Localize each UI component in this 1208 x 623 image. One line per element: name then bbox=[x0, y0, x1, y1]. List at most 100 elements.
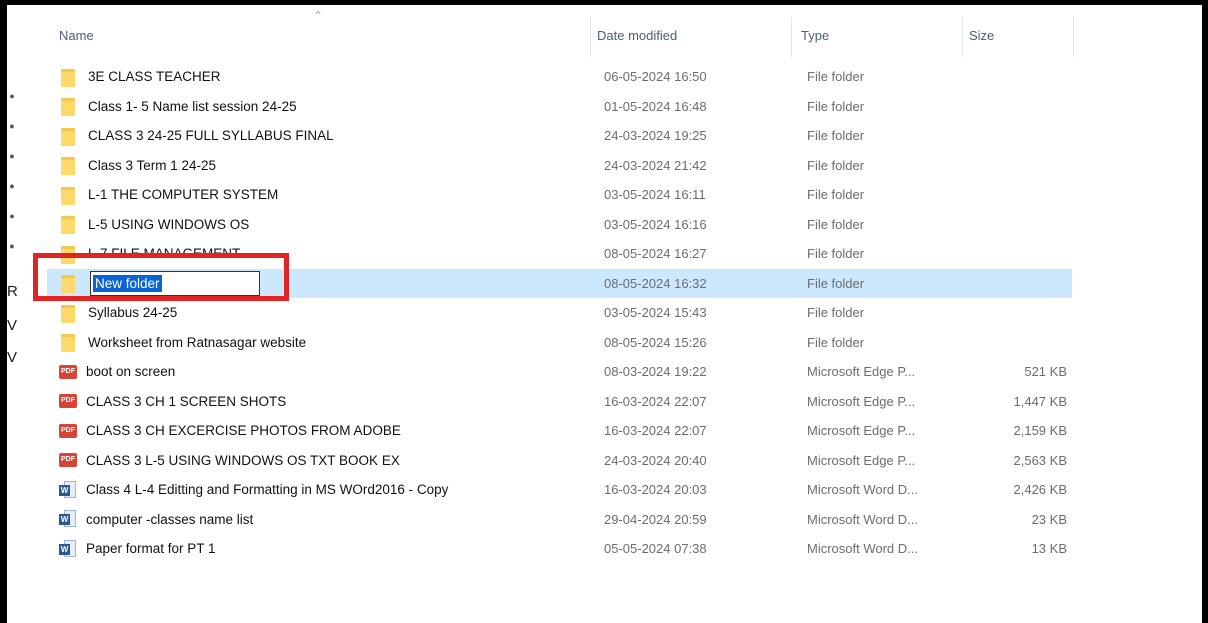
file-name: CLASS 3 CH 1 SCREEN SHOTS bbox=[86, 393, 287, 409]
file-row[interactable]: L-7 FILE MANAGEMENT 08-05-2024 16:27 File … bbox=[47, 239, 1072, 268]
pin-icon[interactable]: ● bbox=[7, 180, 16, 191]
file-row[interactable]: computer -classes name list 29-04-2024 20… bbox=[47, 505, 1072, 534]
file-type-cell: File folder bbox=[807, 216, 865, 232]
date-modified-cell: 03-05-2024 15:43 bbox=[604, 305, 707, 320]
pin-icon[interactable]: ● bbox=[7, 240, 16, 251]
folder-icon bbox=[59, 245, 79, 264]
file-name: Class 1- 5 Name list session 24-25 bbox=[88, 98, 297, 114]
file-type-cell: File folder bbox=[807, 128, 865, 143]
file-name-cell: Paper format for PT 1 bbox=[59, 534, 216, 563]
nav-item-letter[interactable]: R bbox=[7, 283, 18, 300]
file-name-cell: CLASS 3 24-25 FULL SYLLABUS FINAL bbox=[59, 121, 334, 150]
date-modified-cell: 05-05-2024 07:38 bbox=[604, 541, 707, 556]
column-divider[interactable] bbox=[590, 17, 591, 57]
file-name-cell: Syllabus 24-25 bbox=[59, 298, 177, 327]
file-name-cell: L-5 USING WINDOWS OS bbox=[59, 210, 249, 239]
column-header-name[interactable]: Name bbox=[59, 15, 94, 55]
nav-item-letter[interactable]: V bbox=[7, 349, 17, 366]
file-type-cell: File folder bbox=[807, 246, 865, 261]
file-row[interactable]: Paper format for PT 1 05-05-2024 07:38 Mic… bbox=[47, 534, 1072, 563]
pdf-icon: PDF bbox=[59, 394, 77, 408]
file-row[interactable]: L-1 THE COMPUTER SYSTEM 03-05-2024 16:11 F… bbox=[47, 180, 1072, 209]
file-name-cell: Worksheet from Ratnasagar website bbox=[59, 328, 306, 357]
folder-icon bbox=[59, 186, 79, 205]
file-type-cell: Microsoft Edge P... bbox=[807, 452, 916, 468]
date-modified-cell: 08-03-2024 19:22 bbox=[604, 364, 707, 379]
folder-icon bbox=[59, 216, 79, 234]
file-name-cell: Class 4 L-4 Editting and Formatting in M… bbox=[59, 475, 448, 504]
file-type-cell: Microsoft Word D... bbox=[807, 541, 919, 556]
file-size-cell bbox=[977, 180, 1067, 209]
date-modified-cell: 24-03-2024 20:40 bbox=[604, 452, 707, 468]
file-row[interactable]: Class 1- 5 Name list session 24-25 01-05-… bbox=[47, 92, 1072, 121]
nav-item-letter[interactable]: V bbox=[7, 317, 17, 334]
file-size-cell: 2,563 KB bbox=[1013, 452, 1068, 468]
file-name: Class 4 L-4 Editting and Formatting in M… bbox=[86, 482, 449, 497]
file-name: L-7 FILE MANAGEMENT bbox=[88, 246, 241, 261]
folder-icon bbox=[59, 98, 79, 116]
file-name: Syllabus 24-25 bbox=[88, 305, 178, 320]
file-row[interactable]: PDF boot on screen 08-03-2024 19:22 Microso… bbox=[47, 357, 1072, 386]
word-icon bbox=[59, 510, 77, 528]
file-row[interactable]: 3E CLASS TEACHER 06-05-2024 16:50 File fol… bbox=[47, 62, 1072, 91]
file-row[interactable]: PDF CLASS 3 L-5 USING WINDOWS OS TXT BOOK… bbox=[47, 446, 1072, 475]
file-row[interactable]: CLASS 3 24-25 FULL SYLLABUS FINAL 24-03-2… bbox=[47, 121, 1072, 150]
file-name-cell: computer -classes name list bbox=[59, 505, 253, 534]
folder-icon bbox=[59, 275, 79, 293]
date-modified-cell: 08-05-2024 16:27 bbox=[604, 246, 707, 261]
file-row[interactable]: Class 4 L-4 Editting and Formatting in M… bbox=[47, 475, 1072, 504]
folder-icon bbox=[59, 157, 79, 175]
file-row[interactable]: PDF CLASS 3 CH EXCERCISE PHOTOS FROM ADOB… bbox=[47, 416, 1072, 445]
pdf-icon: PDF bbox=[59, 453, 77, 467]
file-name: CLASS 3 24-25 FULL SYLLABUS FINAL bbox=[88, 128, 334, 143]
file-type-cell: Microsoft Edge P... bbox=[807, 393, 916, 409]
date-modified-cell: 03-05-2024 16:11 bbox=[604, 187, 706, 202]
file-row[interactable]: Class 3 Term 1 24-25 24-03-2024 21:42 File… bbox=[47, 151, 1072, 180]
date-modified-cell: 08-05-2024 16:32 bbox=[604, 275, 707, 291]
file-row[interactable]: Worksheet from Ratnasagar website 08-05-2… bbox=[47, 328, 1072, 357]
column-divider[interactable] bbox=[962, 17, 963, 57]
date-modified-cell: 16-03-2024 20:03 bbox=[604, 482, 707, 497]
date-modified-cell: 08-05-2024 15:26 bbox=[604, 334, 707, 350]
file-size-cell: 1,447 KB bbox=[1013, 393, 1068, 409]
file-type-cell: File folder bbox=[807, 305, 865, 320]
file-size-cell bbox=[977, 92, 1067, 121]
file-size-cell: 521 KB bbox=[1024, 364, 1067, 379]
file-name: L-1 THE COMPUTER SYSTEM bbox=[88, 187, 279, 202]
pin-icon[interactable]: ● bbox=[7, 210, 16, 221]
column-divider[interactable] bbox=[1073, 17, 1074, 57]
file-size-cell: 13 KB bbox=[1031, 541, 1067, 556]
file-size-cell bbox=[977, 210, 1067, 239]
file-size-cell: 23 KB bbox=[1031, 511, 1067, 527]
file-row[interactable]: Syllabus 24-25 03-05-2024 15:43 File folde… bbox=[47, 298, 1072, 327]
file-row[interactable]: L-5 USING WINDOWS OS 03-05-2024 16:16 File… bbox=[47, 210, 1072, 239]
file-name-cell: 3E CLASS TEACHER bbox=[59, 62, 221, 91]
file-type-cell: File folder bbox=[807, 69, 865, 84]
date-modified-cell: 03-05-2024 16:16 bbox=[604, 216, 707, 232]
file-type-cell: File folder bbox=[807, 157, 865, 173]
date-modified-cell: 01-05-2024 16:48 bbox=[604, 98, 707, 114]
file-row[interactable]: PDF CLASS 3 CH 1 SCREEN SHOTS 16-03-2024 2… bbox=[47, 387, 1072, 416]
file-type-cell: File folder bbox=[807, 275, 865, 291]
file-explorer: ● ● ● ● ● ● R V V ⌃ Name Date modified T… bbox=[7, 5, 1202, 623]
column-header-type[interactable]: Type bbox=[801, 15, 829, 55]
file-row-renaming[interactable]: New folder 08-05-2024 16:32 File folder bbox=[47, 268, 1072, 298]
folder-icon bbox=[59, 304, 79, 323]
date-modified-cell: 29-04-2024 20:59 bbox=[604, 511, 707, 527]
folder-icon bbox=[59, 334, 79, 352]
file-name: CLASS 3 CH EXCERCISE PHOTOS FROM ADOBE bbox=[86, 423, 401, 438]
pin-icon[interactable]: ● bbox=[7, 150, 16, 161]
file-size-cell bbox=[977, 298, 1067, 327]
column-header-size[interactable]: Size bbox=[969, 15, 994, 55]
date-modified-cell: 24-03-2024 19:25 bbox=[604, 128, 707, 143]
file-type-cell: File folder bbox=[807, 187, 865, 202]
pdf-icon: PDF bbox=[59, 364, 77, 379]
pin-icon[interactable]: ● bbox=[7, 90, 16, 101]
date-modified-cell: 24-03-2024 21:42 bbox=[604, 157, 707, 173]
rename-input[interactable]: New folder bbox=[90, 270, 260, 296]
column-header-date[interactable]: Date modified bbox=[597, 15, 677, 55]
column-divider[interactable] bbox=[791, 17, 792, 57]
date-modified-cell: 06-05-2024 16:50 bbox=[604, 69, 707, 84]
file-size-cell bbox=[977, 269, 1067, 298]
pin-icon[interactable]: ● bbox=[7, 120, 16, 131]
